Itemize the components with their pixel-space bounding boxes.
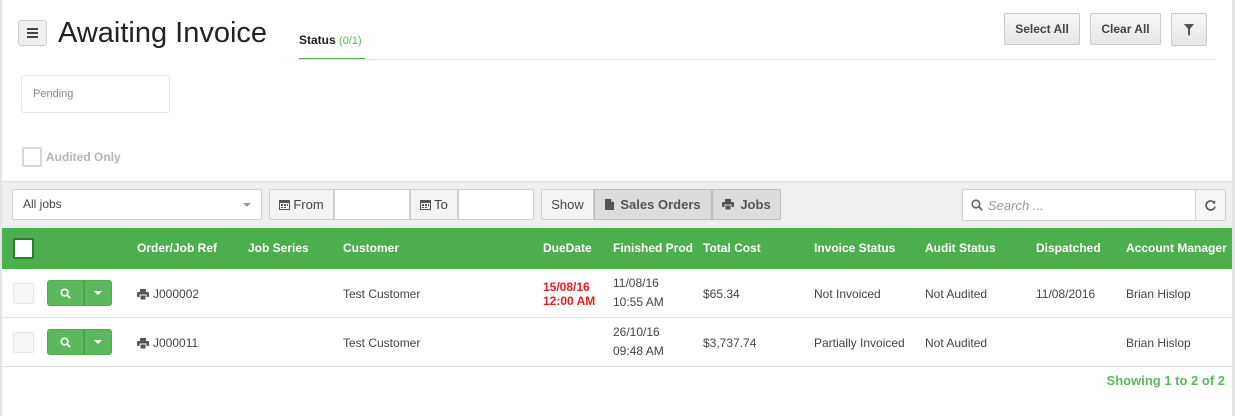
tab-status-count: (0/1) <box>339 35 362 47</box>
view-row-button[interactable] <box>47 280 84 306</box>
refresh-button[interactable] <box>1195 189 1226 221</box>
from-label-text: From <box>293 197 324 212</box>
finished-prod-cell: 11/08/16 10:55 AM <box>613 274 664 312</box>
from-date-input[interactable] <box>334 189 410 220</box>
column-header-order-job-ref[interactable]: Order/Job Ref <box>137 228 217 269</box>
show-label: Show <box>541 189 594 220</box>
customer-cell: Test Customer <box>343 287 421 301</box>
search-placeholder: Search ... <box>988 197 1044 213</box>
print-icon <box>137 337 149 349</box>
chevron-down-icon <box>243 203 251 207</box>
to-label-text: To <box>434 197 448 212</box>
select-all-button[interactable]: Select All <box>1004 13 1080 45</box>
due-time-value: 12:00 AM <box>543 294 596 308</box>
menu-button[interactable] <box>18 20 47 46</box>
total-cost-cell: $65.34 <box>703 287 740 301</box>
finished-date-value: 26/10/16 <box>613 325 660 339</box>
filter-button[interactable] <box>1171 13 1207 46</box>
audited-only-toggle[interactable]: Audited Only <box>22 147 121 167</box>
finished-date-value: 11/08/16 <box>613 276 659 290</box>
table-row[interactable]: J000011 Test Customer 26/10/16 09:48 AM … <box>2 318 1232 367</box>
job-ref-text: J000002 <box>153 287 200 301</box>
finished-time-value: 10:55 AM <box>613 295 664 309</box>
account-manager-cell: Brian Hislop <box>1126 287 1191 301</box>
sales-orders-label: Sales Orders <box>620 197 701 212</box>
table-header: Order/Job Ref Job Series Customer DueDat… <box>2 228 1232 269</box>
job-ref-cell[interactable]: J000011 <box>137 336 198 350</box>
invoice-status-cell: Partially Invoiced <box>814 336 905 350</box>
print-icon <box>137 288 149 300</box>
search-icon <box>971 199 983 211</box>
sales-orders-toggle[interactable]: Sales Orders <box>594 189 712 220</box>
finished-prod-cell: 26/10/16 09:48 AM <box>613 323 664 361</box>
hamburger-icon <box>27 28 38 38</box>
header-divider <box>298 59 1216 60</box>
filter-icon <box>1184 23 1194 36</box>
column-header-finished-prod[interactable]: Finished Prod <box>613 228 693 269</box>
refresh-icon <box>1205 199 1216 211</box>
row-actions-dropdown[interactable] <box>84 280 112 306</box>
job-ref-cell[interactable]: J000002 <box>137 287 199 301</box>
total-cost-cell: $3,737.74 <box>703 336 757 350</box>
column-header-customer[interactable]: Customer <box>343 228 399 269</box>
select-all-rows-checkbox[interactable] <box>13 238 34 259</box>
column-header-invoice-status[interactable]: Invoice Status <box>814 228 895 269</box>
column-header-account-manager[interactable]: Account Manager <box>1126 228 1227 269</box>
search-icon <box>60 336 71 348</box>
jobs-select-value: All jobs <box>23 197 62 211</box>
page-title: Awaiting Invoice <box>58 17 268 49</box>
column-header-job-series[interactable]: Job Series <box>248 228 309 269</box>
audit-status-cell: Not Audited <box>925 336 988 350</box>
document-icon <box>605 199 615 210</box>
pagination-summary: Showing 1 to 2 of 2 <box>1106 373 1225 388</box>
chevron-down-icon <box>94 340 102 344</box>
column-header-dispatched[interactable]: Dispatched <box>1036 228 1101 269</box>
row-checkbox[interactable] <box>13 332 34 353</box>
view-row-button[interactable] <box>47 329 84 355</box>
calendar-icon <box>420 200 432 210</box>
tab-status-label: Status <box>299 33 336 47</box>
account-manager-cell: Brian Hislop <box>1126 336 1191 350</box>
search-icon <box>60 287 71 299</box>
to-date-label: To <box>410 189 458 220</box>
audited-only-checkbox[interactable] <box>22 147 42 167</box>
jobs-label: Jobs <box>740 197 771 212</box>
column-header-due-date[interactable]: DueDate <box>543 228 592 269</box>
dispatched-cell: 11/08/2016 <box>1036 287 1096 301</box>
from-date-label: From <box>269 189 334 220</box>
jobs-select[interactable]: All jobs <box>12 189 262 220</box>
finished-time-value: 09:48 AM <box>613 344 664 358</box>
chevron-down-icon <box>94 291 102 295</box>
search-input[interactable]: Search ... <box>962 189 1196 221</box>
to-date-input[interactable] <box>458 189 534 220</box>
due-date-value: 15/08/16 <box>543 280 590 294</box>
tab-status[interactable]: Status (0/1) <box>299 24 365 60</box>
audited-only-label: Audited Only <box>46 150 121 164</box>
job-ref-text: J000011 <box>153 336 199 350</box>
row-actions-dropdown[interactable] <box>84 329 112 355</box>
row-checkbox[interactable] <box>13 283 34 304</box>
jobs-toggle[interactable]: Jobs <box>712 189 781 220</box>
column-header-total-cost[interactable]: Total Cost <box>703 228 761 269</box>
clear-all-button[interactable]: Clear All <box>1090 13 1161 45</box>
invoice-status-cell: Not Invoiced <box>814 287 881 301</box>
column-header-audit-status[interactable]: Audit Status <box>925 228 996 269</box>
print-icon <box>722 199 735 210</box>
calendar-icon <box>279 200 291 210</box>
table-row[interactable]: J000002 Test Customer 15/08/16 12:00 AM … <box>2 269 1232 318</box>
pending-filter-chip[interactable]: Pending <box>21 75 170 113</box>
audit-status-cell: Not Audited <box>925 287 988 301</box>
customer-cell: Test Customer <box>343 336 421 350</box>
due-date-cell: 15/08/16 12:00 AM <box>543 280 595 308</box>
